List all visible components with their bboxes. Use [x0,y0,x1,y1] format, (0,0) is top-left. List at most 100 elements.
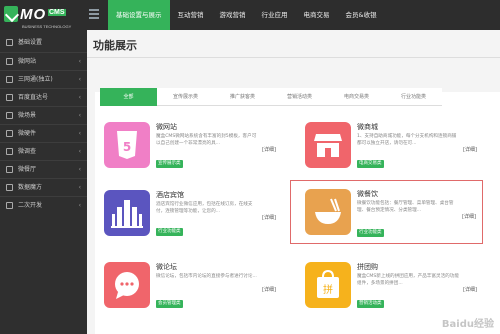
sidebar-item-label: 数据魔方 [18,184,43,191]
feature-card-dining[interactable]: 微餐饮 微餐饮功能包括：餐厅管理、菜单管理、桌台管理、餐台预定情况、分类管理..… [290,180,483,244]
network-icon [6,76,13,83]
bowl-icon [305,189,351,235]
card-category-badge: 营销活动类 [357,300,384,308]
card-description: 1、支持自助商城功能，每个分支机构和连锁商铺都可以独立开店，请勿在可... [357,134,457,146]
card-detail-link[interactable]: [详细] [262,214,276,221]
html5-icon: 5 [104,122,150,168]
sidebar-item-scene[interactable]: 微场景 ‹ [0,106,87,123]
category-tabs: 全部 宣传展示类 推广获客类 营销活动类 电商交易类 行业功能类 [100,88,442,106]
svg-text:5: 5 [123,140,131,154]
brand-tagline: BUSINESS TECHNOLOGY [22,24,72,29]
card-detail-link[interactable]: [详细] [262,286,276,293]
chevron-left-icon: ‹ [78,76,81,83]
settings-icon [6,39,13,46]
card-category-badge: 宣传展示类 [156,160,183,168]
topnav-item-industry[interactable]: 行业应用 [254,0,296,30]
feature-card-group-buy[interactable]: 拼 拼团购 魔盒CMS新上线的拼团应用，产品丰富灵活的功能组件，多场景的拼团..… [301,258,481,320]
sidebar-item-basic[interactable]: 基础设置 [0,34,87,51]
topnav-item-member[interactable]: 会员&收银 [338,0,385,30]
sidebar-item-label: 微网站 [18,58,37,65]
top-bar: MO CMS BUSINESS TECHNOLOGY 基础设置与展示 互动营销 … [0,0,500,30]
card-detail-link[interactable]: [详细] [463,286,477,293]
code-icon [6,202,13,209]
topnav-item-ecommerce[interactable]: 电商交易 [296,0,338,30]
logo[interactable]: MO CMS BUSINESS TECHNOLOGY [4,6,84,29]
sidebar-item-hardware[interactable]: 微硬件 ‹ [0,124,87,141]
sidebar-item-restaurant[interactable]: 微餐厅 ‹ [0,160,87,177]
card-description: 魔盒CMS微网站系统含有丰富的封5模板，客户可以自己创建一个非常漂亮的具... [156,134,257,146]
page-title: 功能展示 [93,39,137,52]
logo-mark-icon [4,6,18,22]
feature-card-forum[interactable]: 微论坛 微信论坛，包括市内论坛的直接参与者进行讨论... 会员管理类 [详细] [100,258,280,320]
card-description: 微餐饮功能包括：餐厅管理、菜单管理、桌台管理、餐台预定情况、分类管理... [357,201,454,213]
tab-acquisition[interactable]: 推广获客类 [214,88,271,106]
data-cube-icon [6,184,13,191]
hardware-icon [6,130,13,137]
card-detail-link[interactable]: [详细] [262,146,276,153]
card-detail-link[interactable]: [详细] [462,213,476,220]
menu-toggle-icon[interactable] [89,9,99,19]
topnav-item-game[interactable]: 游戏营销 [212,0,254,30]
chevron-left-icon: ‹ [78,58,81,65]
sidebar-item-label: 基础设置 [18,39,43,46]
watermark: Baidu经验 [441,319,494,330]
card-category-badge: 会员管理类 [156,300,183,308]
sidebar-item-sanwangtong[interactable]: 三网通(独立) ‹ [0,70,87,87]
card-category-badge: 行业功能类 [156,228,183,236]
feature-card-hotel[interactable]: 酒店宾馆 酒店宾馆行业微信应用，包括在线订房，在线支付，连锁管理等功能，让您的.… [100,186,280,248]
sidebar-item-dev[interactable]: 二次开发 ‹ [0,196,87,213]
divider [87,57,500,58]
card-description: 魔盒CMS新上线的拼团应用，产品丰富灵活的功能组件，多场景的拼团... [357,274,459,286]
chevron-left-icon: ‹ [78,112,81,119]
card-category-badge: 行业功能类 [357,229,384,237]
chevron-left-icon: ‹ [78,148,81,155]
bag-icon: 拼 [305,262,351,308]
brand-badge: CMS [48,9,66,16]
sidebar-item-label: 微调查 [18,148,37,155]
chevron-left-icon: ‹ [78,130,81,137]
card-description: 微信论坛，包括市内论坛的直接参与者进行讨论... [156,274,257,279]
store-icon [305,122,351,168]
topnav-item-interactive[interactable]: 互动营销 [170,0,212,30]
card-description: 酒店宾馆行业微信应用，包括在线订房，在线支付，连锁管理等功能，让您的... [156,202,253,214]
brand-name: MO [20,6,47,23]
card-title: 微论坛 [156,263,177,271]
baidu-icon [6,94,13,101]
sidebar-item-microsite[interactable]: 微网站 ‹ [0,52,87,69]
card-title: 微网站 [156,123,177,131]
sidebar-item-label: 二次开发 [18,202,43,209]
topnav-item-basic[interactable]: 基础设置与展示 [108,0,170,30]
chat-icon [104,262,150,308]
scene-icon [6,112,13,119]
sidebar: 基础设置 微网站 ‹ 三网通(独立) ‹ 百度直达号 ‹ 微场景 ‹ 微硬件 ‹ 微调查 ‹… [0,30,87,334]
card-title: 拼团购 [357,263,378,271]
sidebar-item-baidu[interactable]: 百度直达号 ‹ [0,88,87,105]
sidebar-item-survey[interactable]: 微调查 ‹ [0,142,87,159]
chevron-left-icon: ‹ [78,94,81,101]
tab-all[interactable]: 全部 [100,88,157,106]
feature-card-microsite[interactable]: 5 微网站 魔盒CMS微网站系统含有丰富的封5模板，客户可以自己创建一个非常漂亮… [100,118,280,180]
hotel-icon [104,190,150,236]
chevron-left-icon: ‹ [78,184,81,191]
feature-card-mall[interactable]: 微商城 1、支持自助商城功能，每个分支机构和连锁商铺都可以独立开店，请勿在可..… [301,118,481,180]
sidebar-item-label: 微场景 [18,112,37,119]
chevron-left-icon: ‹ [78,202,81,209]
survey-icon [6,148,13,155]
card-category-badge: 电商交易类 [357,160,384,168]
card-detail-link[interactable]: [详细] [463,146,477,153]
tab-marketing[interactable]: 营销活动类 [271,88,328,106]
card-title: 酒店宾馆 [156,191,184,199]
sidebar-item-label: 微餐厅 [18,166,37,173]
tab-ecommerce[interactable]: 电商交易类 [328,88,385,106]
chevron-left-icon: ‹ [78,166,81,173]
sidebar-item-label: 百度直达号 [18,94,49,101]
card-title: 微商城 [357,123,378,131]
svg-text:拼: 拼 [323,283,333,296]
tab-industry[interactable]: 行业功能类 [385,88,442,106]
top-nav: 基础设置与展示 互动营销 游戏营销 行业应用 电商交易 会员&收银 [108,0,385,30]
globe-icon [6,58,13,65]
restaurant-icon [6,166,13,173]
sidebar-item-data[interactable]: 数据魔方 ‹ [0,178,87,195]
tab-promotion[interactable]: 宣传展示类 [157,88,214,106]
sidebar-item-label: 微硬件 [18,130,37,137]
